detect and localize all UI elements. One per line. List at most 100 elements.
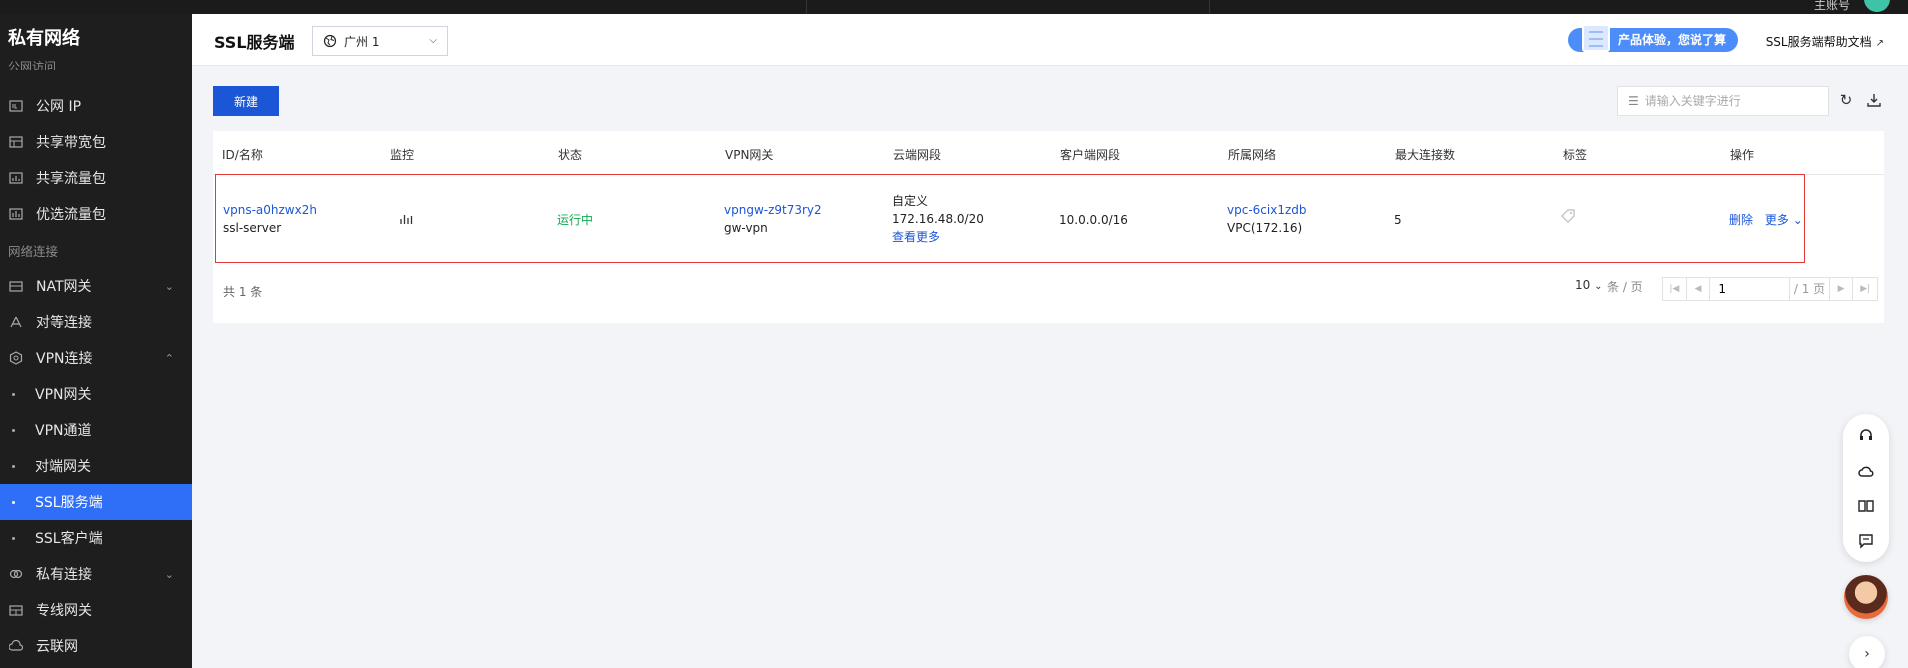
delete-button[interactable]: 删除 [1729, 213, 1753, 227]
next-page-icon[interactable]: ▶ [1830, 278, 1854, 300]
assistant-avatar[interactable] [1844, 575, 1888, 619]
page-size-value: 10 [1575, 278, 1591, 292]
total-pages: / 1 页 [1790, 278, 1830, 300]
account-avatar[interactable] [1864, 0, 1890, 12]
sidebar-item-label: 共享流量包 [36, 171, 106, 187]
top-nav-bar: 主账号 [0, 0, 1908, 14]
sidebar-item-label: 公网 IP [36, 99, 82, 115]
external-link-icon: ↗ [1875, 38, 1884, 49]
customer-service-icon[interactable] [1856, 426, 1876, 446]
chevron-down-icon: ⌵ [429, 35, 437, 46]
more-actions-button[interactable]: 更多 ⌄ [1765, 213, 1803, 227]
column-header-status: 状态 [558, 148, 583, 162]
sidebar-item-label: VPN通道 [35, 423, 92, 439]
chevron-down-icon: ⌄ [1594, 281, 1603, 292]
globe-icon [323, 34, 337, 48]
page-header: SSL服务端 广州 1 ⌵ 产品体验，您说了算 SSL服务端帮助文档 ↗ [192, 14, 1908, 66]
sidebar-item-premium-traffic[interactable]: 优选流量包 [0, 196, 192, 232]
column-header-tags: 标签 [1563, 148, 1588, 162]
column-header-max-connections: 最大连接数 [1395, 148, 1456, 162]
sidebar-item-label: NAT网关 [36, 279, 92, 295]
sidebar-item-shared-bandwidth[interactable]: 共享带宽包 [0, 124, 192, 160]
cell-id-name: vpns-a0hzwx2h ssl-server [223, 201, 317, 237]
page-size-selector[interactable]: 10 ⌄ [1575, 278, 1603, 292]
chevron-right-icon[interactable]: › [1849, 636, 1885, 668]
first-page-icon[interactable]: |◀ [1663, 278, 1687, 300]
region-value: 广州 1 [344, 34, 380, 49]
feedback-icon[interactable] [1856, 531, 1876, 551]
monitor-chart-icon[interactable] [399, 211, 413, 229]
ip-icon [8, 98, 24, 114]
page-input[interactable] [1710, 278, 1791, 300]
sidebar-item-ccn[interactable]: 云联网 [0, 628, 192, 664]
server-id-link[interactable]: vpns-a0hzwx2h [223, 201, 317, 219]
search-box: ☰ [1617, 86, 1829, 116]
table-row: vpns-a0hzwx2h ssl-server 运行中 vpngw-z9t73… [215, 174, 1805, 263]
column-header-vpn-gateway: VPN网关 [725, 148, 774, 162]
cloud-cidr-mode: 自定义 [892, 194, 929, 208]
sidebar-item-nat-gateway[interactable]: NAT网关 ⌄ [0, 268, 192, 304]
chevron-down-icon: ⌄ [1792, 213, 1803, 227]
sidebar-item-vpn-gateway[interactable]: VPN网关 [0, 376, 192, 412]
nat-icon [8, 278, 24, 294]
status-badge: 运行中 [557, 213, 594, 227]
sidebar-item-public-ip[interactable]: 公网 IP [0, 88, 192, 124]
cell-vpc: vpc-6cix1zdb VPC(172.16) [1227, 201, 1306, 237]
sidebar-item-customer-gateway[interactable]: 对端网关 [0, 448, 192, 484]
refresh-icon[interactable]: ↻ [1836, 90, 1856, 110]
sidebar-item-dc-gateway[interactable]: 专线网关 [0, 592, 192, 628]
column-header-client-cidr: 客户端网段 [1060, 148, 1121, 162]
feedback-promo-button[interactable]: 产品体验，您说了算 [1568, 24, 1738, 52]
column-header-monitor: 监控 [390, 148, 415, 162]
per-page-label: 条 / 页 [1607, 280, 1643, 294]
download-icon[interactable] [1864, 90, 1884, 110]
sidebar-item-label: 云联网 [36, 639, 78, 655]
view-more-link[interactable]: 查看更多 [892, 228, 984, 246]
account-name[interactable]: 主账号 [1814, 0, 1850, 13]
new-button[interactable]: 新建 [213, 86, 279, 116]
peering-icon [8, 314, 24, 330]
cell-cloud-cidr: 自定义 172.16.48.0/20 查看更多 [892, 192, 984, 246]
search-input[interactable] [1644, 94, 1815, 108]
bandwidth-icon [8, 134, 24, 150]
sidebar-item-vpn[interactable]: VPN连接 ⌃ [0, 340, 192, 376]
sidebar-item-private-link[interactable]: 私有连接 ⌄ [0, 556, 192, 592]
sidebar-item-ssl-server[interactable]: SSL服务端 [0, 484, 192, 520]
chevron-down-icon: ⌄ [164, 279, 174, 293]
vpc-id-link[interactable]: vpc-6cix1zdb [1227, 201, 1306, 219]
column-header-cloud-cidr: 云端网段 [893, 148, 942, 162]
region-selector[interactable]: 广州 1 ⌵ [312, 26, 448, 56]
sidebar-item-label: SSL客户端 [35, 531, 103, 547]
cloud-upload-icon[interactable] [1856, 461, 1876, 481]
sidebar-nav: 公网 IP 共享带宽包 共享流量包 优选流量包 网络连接 NAT网关 ⌄ 对等连… [0, 88, 192, 664]
document-illustration-icon [1582, 24, 1610, 52]
top-nav-divider [806, 0, 807, 14]
column-header-vpc: 所属网络 [1228, 148, 1277, 162]
bullet-icon [12, 464, 15, 468]
private-link-icon [8, 566, 24, 582]
ssl-server-table: ID/名称 监控 状态 VPN网关 云端网段 客户端网段 所属网络 最大连接数 … [213, 131, 1884, 323]
prev-page-icon[interactable]: ◀ [1687, 278, 1711, 300]
sidebar-item-vpn-tunnel[interactable]: VPN通道 [0, 412, 192, 448]
tag-icon[interactable] [1561, 209, 1575, 228]
chevron-up-icon: ⌃ [164, 351, 174, 365]
page-title: SSL服务端 [214, 33, 295, 52]
vpn-gateway-link[interactable]: vpngw-z9t73ry2 [724, 201, 822, 219]
client-cidr: 10.0.0.0/16 [1059, 213, 1128, 227]
server-name: ssl-server [223, 221, 282, 235]
cloud-cidr-value: 172.16.48.0/20 [892, 212, 984, 226]
sidebar-item-shared-traffic[interactable]: 共享流量包 [0, 160, 192, 196]
dc-gateway-icon [8, 602, 24, 618]
cell-actions: 删除 更多 ⌄ [1729, 211, 1803, 229]
sidebar-item-peering[interactable]: 对等连接 [0, 304, 192, 340]
sidebar-item-ssl-client[interactable]: SSL客户端 [0, 520, 192, 556]
sidebar-item-label: 共享带宽包 [36, 135, 106, 151]
more-label: 更多 [1764, 213, 1789, 227]
chevron-down-icon: ⌄ [164, 567, 174, 581]
book-icon[interactable] [1856, 496, 1876, 516]
vpn-gateway-name: gw-vpn [724, 221, 768, 235]
help-doc-link[interactable]: SSL服务端帮助文档 ↗ [1766, 33, 1884, 50]
pagination: |◀ ◀ / 1 页 ▶ ▶| [1662, 277, 1878, 301]
promo-label: 产品体验，您说了算 [1618, 33, 1727, 47]
last-page-icon[interactable]: ▶| [1853, 278, 1877, 300]
